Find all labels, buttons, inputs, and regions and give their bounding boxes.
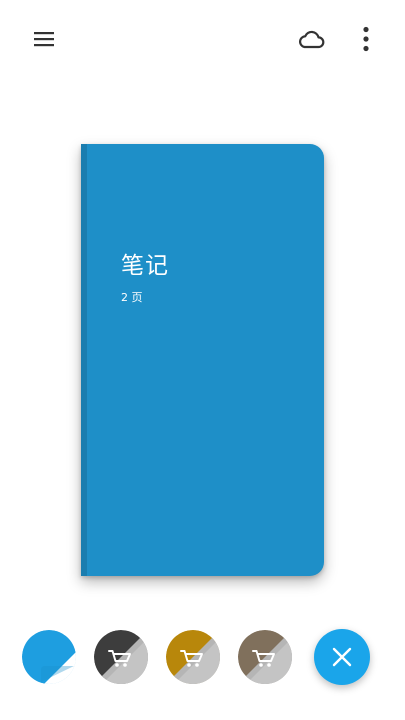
menu-button[interactable] — [24, 19, 64, 59]
theme-swatch-blue[interactable] — [22, 630, 76, 684]
notebook-page-count: 2 页 — [121, 291, 143, 304]
notebook-spine — [81, 144, 87, 576]
close-icon — [332, 647, 352, 667]
page-fold-icon — [22, 630, 76, 684]
close-fab-button[interactable] — [314, 629, 370, 685]
notebook-card[interactable]: 笔记 2 页 — [81, 144, 324, 576]
shopping-cart-icon — [166, 630, 220, 684]
theme-swatch-brown[interactable] — [238, 630, 292, 684]
cloud-sync-icon — [299, 30, 325, 49]
notebook-cover[interactable]: 笔记 2 页 — [81, 144, 324, 576]
more-options-button[interactable] — [346, 19, 386, 59]
theme-swatch-dark-gray[interactable] — [94, 630, 148, 684]
hamburger-menu-icon — [34, 32, 54, 47]
notebook-title: 笔记 — [121, 253, 169, 279]
more-vertical-icon — [363, 26, 369, 52]
cloud-sync-button[interactable] — [291, 19, 331, 59]
theme-swatch-golden[interactable] — [166, 630, 220, 684]
shopping-cart-icon — [94, 630, 148, 684]
shopping-cart-icon — [238, 630, 292, 684]
top-app-bar — [0, 0, 405, 80]
